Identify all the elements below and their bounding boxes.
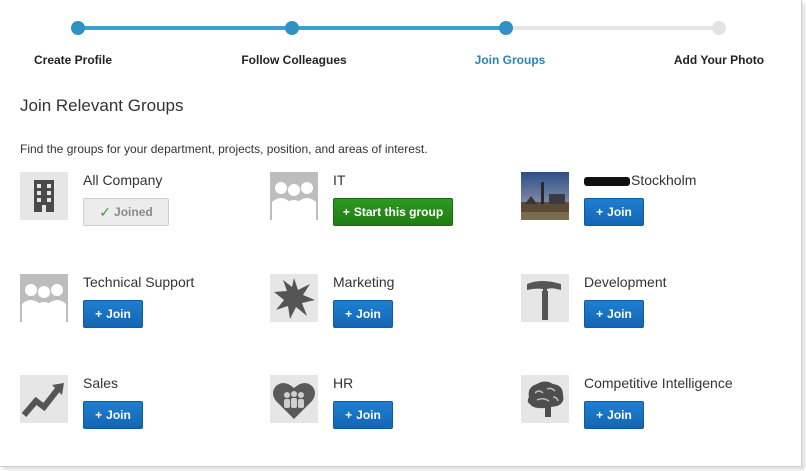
step-join-groups[interactable]: Join Groups [475,53,546,67]
checkmark-icon: ✓ [99,203,112,220]
plus-icon: + [342,205,350,219]
plus-icon: + [345,307,353,321]
group-card-stockholm: Stockholm + Join [521,172,761,242]
group-name: HR [333,375,354,391]
heart-people-icon [270,375,318,423]
group-card-all-company: All Company ✓ Joined [20,172,260,242]
join-label: Join [607,408,632,422]
join-label: Join [356,408,381,422]
join-label: Join [356,307,381,321]
page-title: Join Relevant Groups [20,96,184,115]
join-button[interactable]: + Join [333,300,393,328]
join-button[interactable]: + Join [584,198,644,226]
group-name: Stockholm [584,172,696,188]
group-name: Development [584,274,667,290]
group-name: Technical Support [83,274,195,290]
step-dot-join-groups [499,21,513,35]
step-follow-colleagues[interactable]: Follow Colleagues [241,53,346,67]
progress-track-remaining [506,26,720,30]
step-dot-add-photo [712,21,726,35]
page-description: Find the groups for your department, pro… [20,142,428,156]
start-group-button[interactable]: + Start this group [333,198,453,226]
group-card-competitive-intelligence: Competitive Intelligence + Join [521,375,761,445]
group-name: Marketing [333,274,395,290]
joined-button[interactable]: ✓ Joined [83,198,169,226]
group-card-technical-support: Technical Support + Join [20,274,260,344]
step-dot-follow-colleagues [285,21,299,35]
brain-icon [521,375,569,423]
group-name: Competitive Intelligence [584,375,733,391]
plus-icon: + [95,307,103,321]
step-dot-create-profile [71,21,85,35]
group-name: IT [333,172,346,188]
group-card-sales: Sales + Join [20,375,260,445]
plus-icon: + [596,205,604,219]
redacted-text [584,176,630,186]
step-create-profile[interactable]: Create Profile [34,53,112,67]
step-add-photo[interactable]: Add Your Photo [674,53,764,67]
people-icon [20,274,68,322]
city-photo [521,172,569,220]
join-label: Join [106,307,131,321]
plus-icon: + [345,408,353,422]
group-card-hr: HR + Join [270,375,510,445]
plus-icon: + [596,307,604,321]
join-button[interactable]: + Join [584,300,644,328]
starburst-icon [270,274,318,322]
join-label: Join [106,408,131,422]
group-name: Sales [83,375,119,391]
hammer-icon [521,274,569,322]
join-button[interactable]: + Join [584,401,644,429]
plus-icon: + [95,408,103,422]
plus-icon: + [596,408,604,422]
joined-label: Joined [114,205,153,219]
group-name: All Company [83,172,163,188]
join-label: Join [607,205,632,219]
join-button[interactable]: + Join [83,401,143,429]
wizard-frame: { "steps": [ {"label": "Create Profile",… [0,0,802,467]
join-button[interactable]: + Join [333,401,393,429]
group-card-it: IT + Start this group [270,172,510,242]
building-icon [20,172,68,220]
join-button[interactable]: + Join [83,300,143,328]
group-card-development: Development + Join [521,274,761,344]
rising-chart-icon [20,375,68,423]
group-card-marketing: Marketing + Join [270,274,510,344]
join-label: Join [607,307,632,321]
start-label: Start this group [353,205,444,219]
people-icon [270,172,318,220]
